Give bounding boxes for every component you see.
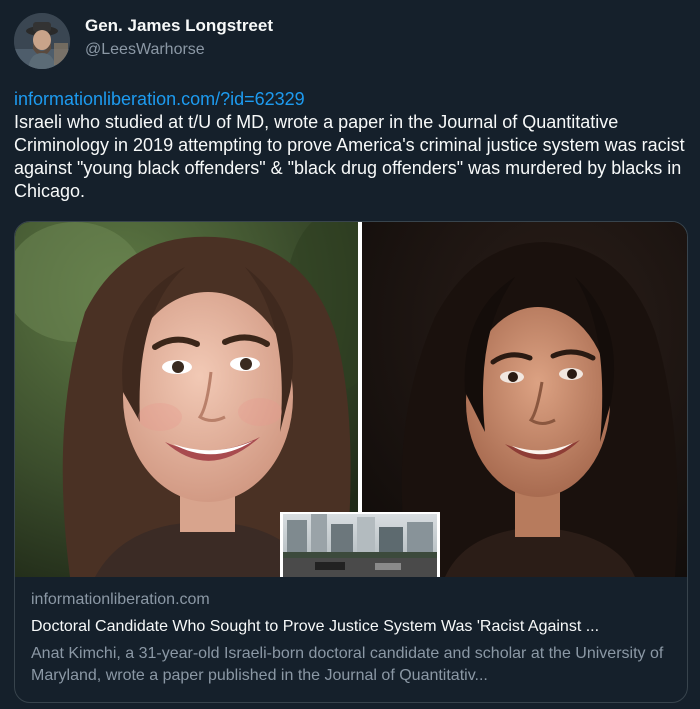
link-preview-card[interactable]: informationliberation.com Doctoral Candi…: [14, 221, 688, 703]
tweet-body: Israeli who studied at t/U of MD, wrote …: [14, 112, 685, 201]
card-photo-collage: [15, 222, 687, 577]
inset-street-photo: [280, 512, 440, 577]
card-description: Anat Kimchi, a 31-year-old Israeli-born …: [31, 645, 664, 684]
tweet-text: informationliberation.com/?id=62329 Isra…: [14, 88, 690, 203]
tweet: Gen. James Longstreet @LeesWarhorse info…: [0, 0, 700, 709]
card-title[interactable]: Doctoral Candidate Who Sought to Prove J…: [31, 618, 671, 636]
author-handle[interactable]: @LeesWarhorse: [85, 41, 205, 59]
card-domain: informationliberation.com: [31, 591, 210, 608]
author-avatar[interactable]: [14, 13, 70, 69]
tweet-link[interactable]: informationliberation.com/?id=62329: [14, 88, 690, 111]
author-name[interactable]: Gen. James Longstreet: [85, 16, 273, 36]
card-image: [15, 222, 687, 577]
avatar-portrait-icon: [14, 13, 70, 69]
